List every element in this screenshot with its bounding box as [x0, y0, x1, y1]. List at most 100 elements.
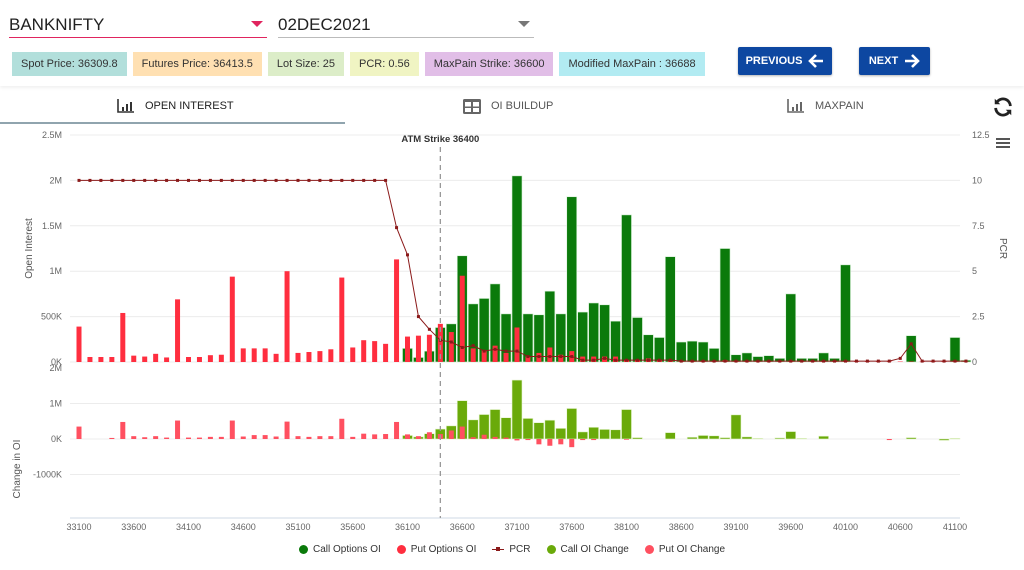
put-oi-change-bar	[525, 439, 531, 441]
pcr-point	[581, 358, 585, 362]
x-tick-label: 36100	[395, 522, 420, 532]
pcr-point	[657, 358, 661, 362]
call-oi-change-bar	[796, 437, 808, 440]
bar-chart-icon	[787, 99, 804, 113]
pcr-point	[219, 178, 223, 182]
put-oi-change-bar	[317, 436, 323, 439]
pcr-point	[646, 358, 650, 362]
put-oi-change-bar	[361, 433, 367, 439]
info-chip: PCR: 0.56	[350, 52, 419, 76]
put-oi-bar	[339, 277, 345, 362]
y-tick-label: 2.5M	[42, 130, 62, 140]
symbol-select[interactable]: BANKNIFTY	[9, 12, 267, 38]
x-tick-label: 33100	[66, 522, 91, 532]
pcr-point	[822, 359, 826, 363]
refresh-icon[interactable]	[992, 96, 1014, 118]
pcr-point	[767, 359, 771, 363]
pcr-point	[362, 178, 366, 182]
pcr-point	[537, 355, 541, 359]
legend-item[interactable]: Call Options OI	[298, 544, 381, 555]
pcr-point	[920, 359, 924, 363]
pcr-point	[756, 359, 760, 363]
pcr-point	[898, 356, 902, 360]
active-tab-indicator	[0, 122, 345, 124]
put-oi-change-bar	[426, 432, 432, 439]
pcr-point	[274, 178, 278, 182]
previous-button[interactable]: PREVIOUS	[738, 47, 832, 75]
put-oi-change-bar	[284, 421, 290, 439]
put-oi-change-bar	[470, 437, 476, 439]
call-oi-bar	[675, 341, 687, 363]
legend-item[interactable]: Put OI Change	[644, 544, 726, 555]
x-tick-label: 34600	[231, 522, 256, 532]
pcr-point	[493, 347, 497, 351]
info-chip: Modified MaxPain : 36688	[559, 52, 705, 76]
call-oi-change-bar	[697, 435, 709, 440]
y-tick-label: 0K	[51, 434, 62, 444]
x-tick-label: 38100	[614, 522, 639, 532]
legend-item[interactable]: Call OI Change	[546, 544, 629, 555]
y-axis-title: Change in OI	[12, 440, 23, 499]
y-tick-label: 1.5M	[42, 221, 62, 231]
expiry-value: 02DEC2021	[278, 15, 371, 34]
put-oi-change-bar	[251, 435, 257, 439]
tab-oi-buildup[interactable]: OI BUILDUP	[463, 88, 553, 124]
call-oi-change-bar	[544, 419, 556, 440]
tab-label: OPEN INTEREST	[145, 100, 234, 112]
legend-item[interactable]: Put Options OI	[396, 544, 476, 555]
table-icon	[463, 98, 481, 114]
call-oi-change-bar	[489, 409, 501, 440]
legend-dot-icon	[396, 545, 406, 554]
put-oi-bar	[240, 348, 246, 362]
call-oi-change-bar	[555, 428, 567, 440]
call-oi-change-bar	[500, 417, 512, 440]
put-oi-change-bar	[886, 439, 892, 441]
pcr-point	[854, 359, 858, 363]
legend-dot-icon	[546, 545, 556, 554]
next-button[interactable]: NEXT	[859, 47, 930, 75]
put-oi-bar	[87, 357, 93, 362]
put-oi-bar	[426, 334, 432, 362]
pcr-point	[329, 178, 333, 182]
legend-label: Put OI Change	[658, 544, 726, 555]
put-oi-change-bar	[558, 439, 564, 445]
put-oi-change-bar	[536, 439, 542, 445]
pcr-point	[121, 178, 125, 182]
put-oi-change-bar	[624, 439, 629, 440]
put-oi-bar	[470, 348, 476, 362]
put-oi-bar	[514, 327, 520, 362]
put-oi-change-bar	[262, 435, 268, 439]
put-oi-change-bar	[383, 434, 389, 439]
put-oi-bar	[153, 353, 159, 362]
call-oi-change-bar	[621, 409, 632, 440]
tab-maxpain[interactable]: MAXPAIN	[787, 88, 864, 124]
x-tick-label: 41100	[943, 522, 967, 532]
pcr-point	[592, 358, 596, 362]
y-tick-label: 2M	[49, 363, 62, 373]
bar-chart-icon	[117, 99, 134, 113]
y2-tick-label: 5	[972, 266, 977, 276]
call-oi-bar	[949, 337, 961, 363]
pcr-point	[668, 358, 672, 362]
x-tick-label: 39600	[778, 522, 803, 532]
put-oi-change-bar	[492, 436, 498, 439]
pcr-point	[416, 315, 420, 319]
call-oi-bar	[719, 248, 731, 363]
put-oi-change-bar	[514, 439, 520, 441]
tab-label: MAXPAIN	[815, 100, 864, 112]
pcr-point	[208, 178, 212, 182]
tab-open-interest[interactable]: OPEN INTEREST	[117, 88, 234, 124]
call-oi-bar	[785, 293, 797, 363]
pcr-point	[395, 226, 399, 230]
put-oi-change-bar	[164, 437, 170, 439]
call-oi-change-bar	[610, 429, 621, 440]
put-oi-change-bar	[372, 434, 378, 439]
y-tick-label: 2M	[49, 175, 62, 185]
info-chip: Spot Price: 36309.8	[12, 52, 127, 76]
expiry-select[interactable]: 02DEC2021	[278, 12, 534, 38]
pcr-point	[460, 345, 464, 349]
y-tick-label: 1M	[49, 399, 62, 409]
legend-label: Call Options OI	[312, 544, 381, 555]
call-oi-bar	[621, 214, 632, 363]
legend-item[interactable]: PCR	[492, 544, 531, 555]
